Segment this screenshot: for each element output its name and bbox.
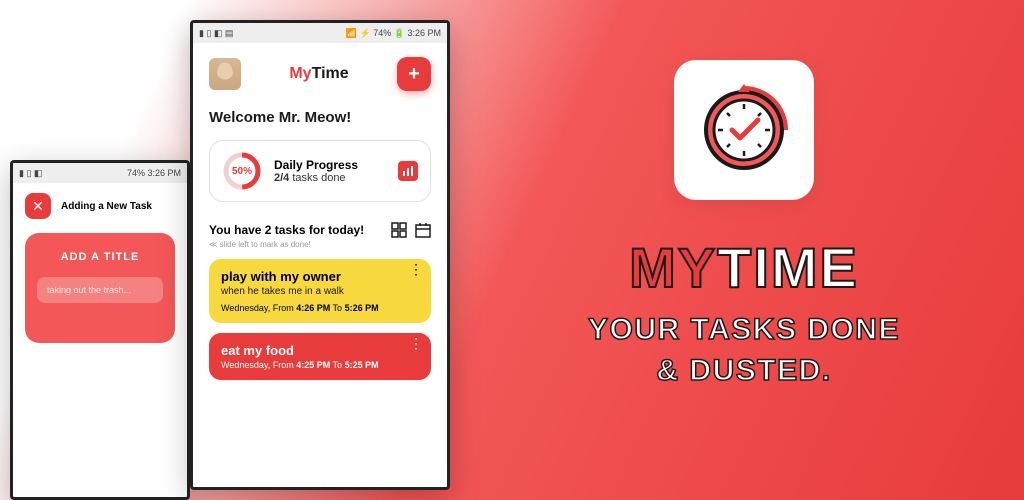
phone-mockup-addtask: ▮ ▯ ◧ 74% 3:26 PM ✕ Adding a New Task AD… bbox=[10, 160, 190, 500]
task-desc: when he takes me in a walk bbox=[221, 286, 419, 297]
avatar[interactable] bbox=[209, 58, 241, 90]
progress-label: Daily Progress bbox=[274, 158, 386, 172]
phone-mockup-home: ▮ ▯ ◧ ▤ 📶 ⚡ 74% 🔋 3:26 PM MyTime + Welco… bbox=[190, 20, 450, 490]
add-title-heading: ADD A TITLE bbox=[37, 251, 163, 263]
progress-card[interactable]: 50% Daily Progress 2/4 tasks done bbox=[209, 140, 431, 202]
progress-ring-icon: 50% bbox=[222, 151, 262, 191]
app-logo-tile bbox=[674, 60, 814, 200]
brand-title: MYTIME bbox=[524, 240, 964, 296]
branding-panel: MYTIME YOUR TASKS DONE& DUSTED. bbox=[524, 60, 964, 391]
task-card[interactable]: ⋮ play with my owner when he takes me in… bbox=[209, 259, 431, 323]
app-title: MyTime bbox=[289, 65, 348, 83]
task-title: play with my owner bbox=[221, 269, 419, 284]
task-card[interactable]: ⋮ eat my food Wednesday, From 4:25 PM To… bbox=[209, 333, 431, 380]
task-menu-icon[interactable]: ⋮ bbox=[409, 267, 423, 273]
grid-view-icon[interactable] bbox=[391, 222, 407, 238]
welcome-text: Welcome Mr. Meow! bbox=[209, 109, 431, 126]
task-time: Wednesday, From 4:26 PM To 5:26 PM bbox=[221, 303, 419, 313]
add-task-panel: ADD A TITLE bbox=[25, 233, 175, 343]
task-time: Wednesday, From 4:25 PM To 5:25 PM bbox=[221, 360, 419, 370]
tasks-heading: You have 2 tasks for today! bbox=[209, 223, 364, 237]
status-bar: ▮ ▯ ◧ 74% 3:26 PM bbox=[13, 163, 187, 183]
screen-title: Adding a New Task bbox=[61, 201, 152, 212]
stats-icon[interactable] bbox=[398, 161, 418, 181]
calendar-icon[interactable] bbox=[415, 222, 431, 238]
close-button[interactable]: ✕ bbox=[25, 193, 51, 219]
brand-tagline: YOUR TASKS DONE& DUSTED. bbox=[524, 310, 964, 391]
task-title-input[interactable] bbox=[37, 277, 163, 303]
slide-hint: ≪ slide left to mark as done! bbox=[209, 240, 431, 249]
progress-count: 2/4 tasks done bbox=[274, 172, 386, 184]
task-title: eat my food bbox=[221, 343, 419, 358]
status-bar: ▮ ▯ ◧ ▤ 📶 ⚡ 74% 🔋 3:26 PM bbox=[193, 23, 447, 43]
task-menu-icon[interactable]: ⋮ bbox=[409, 341, 423, 347]
add-task-button[interactable]: + bbox=[397, 57, 431, 91]
clock-check-icon bbox=[694, 80, 794, 180]
